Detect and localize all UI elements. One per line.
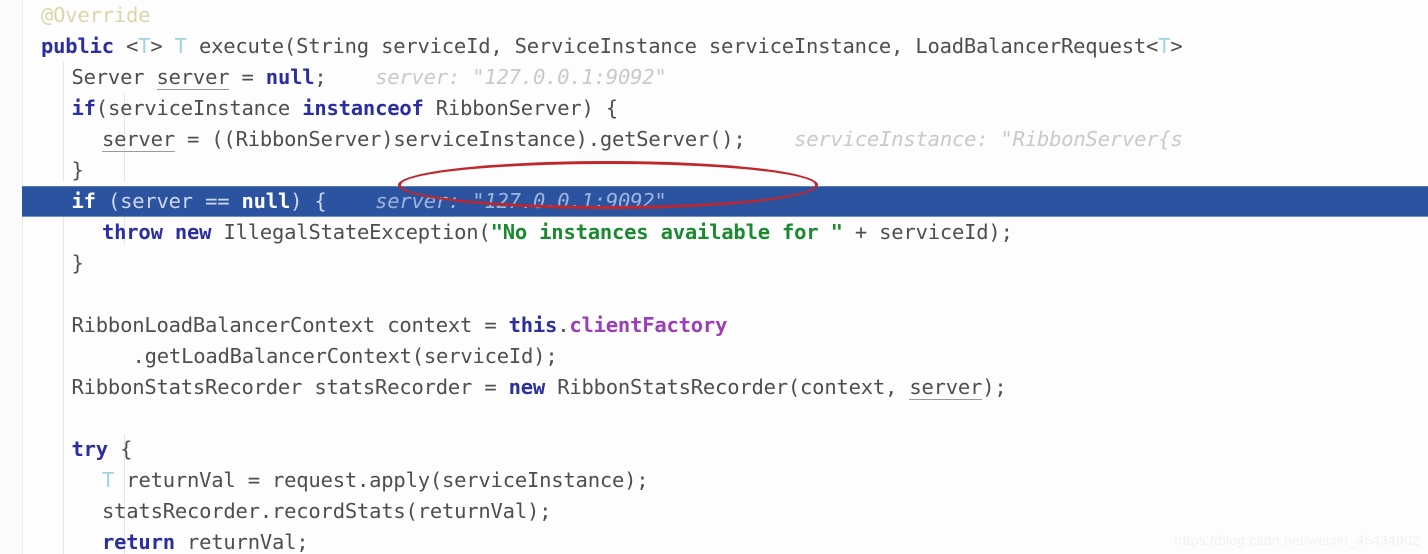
code-line[interactable]: server = ((RibbonServer)serviceInstance)… [22, 124, 1428, 155]
code-token: } [71, 251, 84, 275]
code-token: (server == [95, 189, 242, 213]
code-token: > [150, 34, 163, 58]
code-token: = [229, 65, 266, 89]
code-token: RibbonServer) { [423, 96, 618, 120]
code-line[interactable]: Server server = null; server: "127.0.0.1… [22, 62, 1428, 93]
code-line[interactable]: if (server == null) { server: "127.0.0.1… [22, 186, 1428, 217]
code-token: RibbonLoadBalancerContext context = [71, 313, 509, 337]
watermark-text: https://blog.csdn.net/weixin_45434902 [1174, 532, 1420, 548]
code-token: > [1170, 34, 1183, 58]
code-token: throw [102, 220, 163, 244]
code-token: { [107, 437, 133, 461]
code-token: returnVal; [174, 530, 309, 554]
code-token: IllegalStateException( [211, 220, 491, 244]
code-token: try [71, 437, 109, 461]
code-token: null [241, 189, 291, 213]
code-line[interactable]: statsRecorder.recordStats(returnVal); [22, 496, 1428, 527]
editor-gutter [0, 0, 23, 554]
code-token: RibbonStatsRecorder statsRecorder = [71, 375, 509, 399]
code-token: } [71, 158, 84, 182]
screenshot-root: @Override public <T> T execute(String ser… [0, 0, 1428, 554]
code-token: public [41, 34, 114, 58]
code-line[interactable]: } [22, 155, 1428, 186]
code-token: . [557, 313, 570, 337]
code-line[interactable]: @Override [22, 0, 1428, 31]
code-token: returnVal = request.apply(serviceInstanc… [114, 468, 649, 492]
code-token: execute(String serviceId, ServiceInstanc… [186, 34, 1159, 58]
code-token: .getLoadBalancerContext(serviceId); [132, 344, 558, 368]
code-token: server [102, 127, 175, 152]
code-token: T [174, 34, 187, 58]
code-token: "No instances available for " [490, 220, 843, 244]
code-token: statsRecorder.recordStats(returnVal); [102, 499, 552, 523]
code-line[interactable] [22, 403, 1428, 434]
code-token: T [1158, 34, 1171, 58]
code-token: Server [71, 65, 157, 89]
code-token: serviceInstance: "RibbonServer{s [745, 127, 1183, 151]
code-token: server [156, 65, 230, 90]
code-token: clientFactory [569, 313, 728, 337]
code-token: new [508, 375, 546, 399]
code-token: server [909, 375, 983, 400]
code-line[interactable] [22, 279, 1428, 310]
code-token: T [138, 34, 151, 58]
code-line[interactable]: try { [22, 434, 1428, 465]
code-line[interactable]: .getLoadBalancerContext(serviceId); [22, 341, 1428, 372]
code-token: server: "127.0.0.1:9092" [326, 65, 667, 89]
code-token: @Override [41, 3, 151, 27]
code-token: return [102, 530, 175, 554]
code-editor[interactable]: @Override public <T> T execute(String ser… [0, 0, 1428, 554]
code-token: RibbonStatsRecorder(context, [545, 375, 910, 399]
code-lines[interactable]: @Override public <T> T execute(String ser… [22, 0, 1428, 554]
code-line[interactable]: if(serviceInstance instanceof RibbonServ… [22, 93, 1428, 124]
code-token: null [265, 65, 315, 89]
code-token: ) { [290, 189, 327, 213]
code-token: if [71, 96, 96, 120]
code-token: if [71, 189, 96, 213]
code-token: new [174, 220, 212, 244]
code-token: ); [982, 375, 1007, 399]
code-token: T [102, 468, 115, 492]
code-line[interactable]: } [22, 248, 1428, 279]
code-token: < [126, 34, 139, 58]
code-content[interactable]: @Override public <T> T execute(String ser… [22, 0, 1428, 554]
code-token: (serviceInstance [95, 96, 303, 120]
code-line[interactable]: throw new IllegalStateException("No inst… [22, 217, 1428, 248]
code-line[interactable]: public <T> T execute(String serviceId, S… [22, 31, 1428, 62]
code-token: this [508, 313, 558, 337]
code-token: server: "127.0.0.1:9092" [326, 189, 667, 213]
code-token: = ((RibbonServer)serviceInstance).getSer… [174, 127, 746, 151]
code-token: + serviceId); [842, 220, 1013, 244]
code-line[interactable]: RibbonLoadBalancerContext context = this… [22, 310, 1428, 341]
code-line[interactable]: RibbonStatsRecorder statsRecorder = new … [22, 372, 1428, 403]
code-token: instanceof [302, 96, 424, 120]
code-token: ; [314, 65, 327, 89]
code-line[interactable]: T returnVal = request.apply(serviceInsta… [22, 465, 1428, 496]
